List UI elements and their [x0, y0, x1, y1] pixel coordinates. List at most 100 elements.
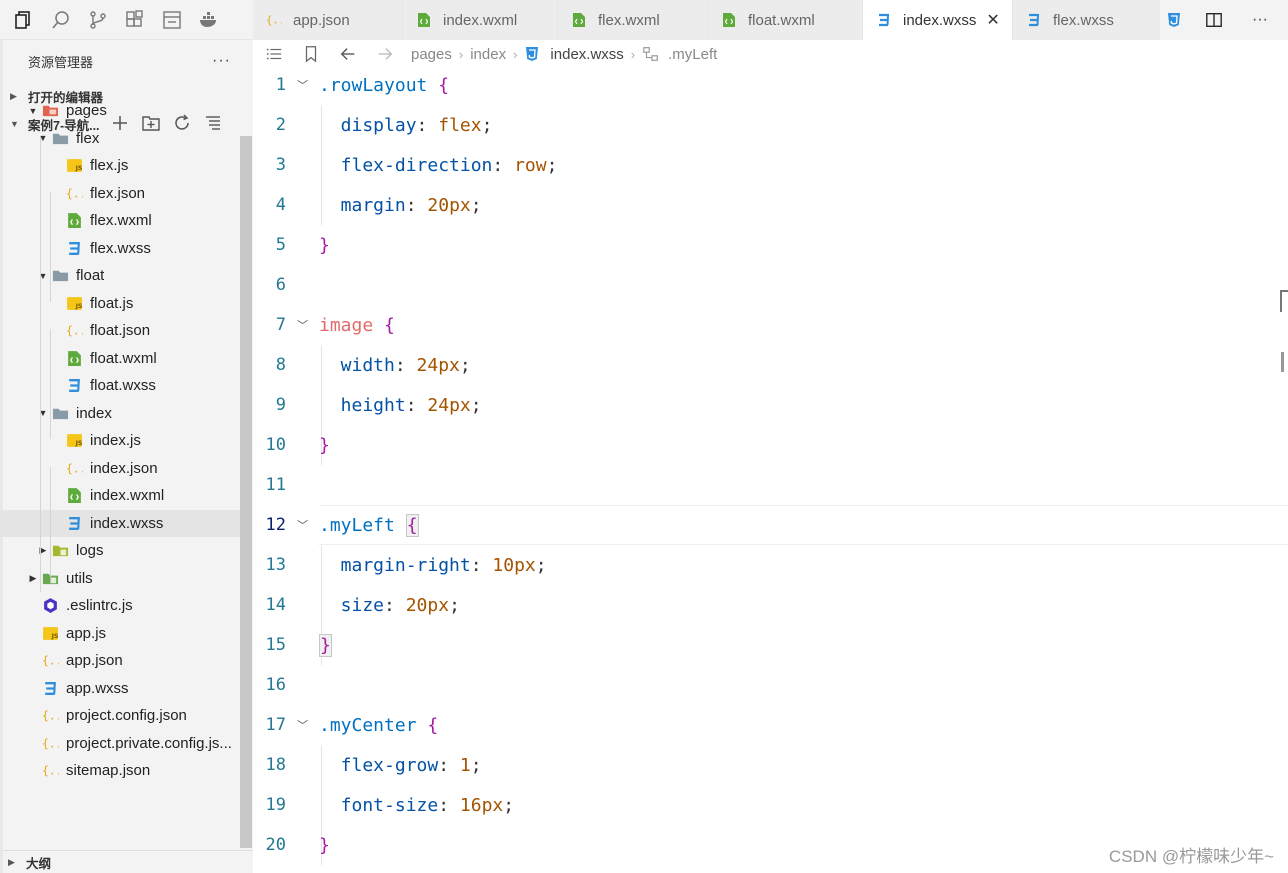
- tree-item[interactable]: ▶ utils: [0, 565, 237, 593]
- tab-flex-wxss[interactable]: flex.wxss: [1013, 0, 1163, 40]
- forward-arrow-icon[interactable]: [374, 43, 396, 65]
- tab-label: float.wxml: [748, 11, 815, 29]
- outline-section[interactable]: ▶ 大纲: [3, 850, 253, 873]
- search-icon[interactable]: [49, 8, 73, 32]
- line-number: 12: [265, 515, 286, 535]
- breadcrumb-chevron-icon: ›: [458, 46, 464, 62]
- more-tabs-icon[interactable]: ···: [1240, 11, 1280, 29]
- code-line[interactable]: 15}: [253, 625, 1288, 665]
- fold-chevron-icon[interactable]: ﹀: [286, 717, 319, 733]
- tree-item[interactable]: {..} flex.json: [0, 180, 237, 208]
- code-line[interactable]: 9 height: 24px;: [253, 385, 1288, 425]
- tree-item[interactable]: JS flex.js: [0, 152, 237, 180]
- tab-app-json[interactable]: {..} app.json: [253, 0, 403, 40]
- indent-guide: [50, 467, 51, 577]
- wxml-file-icon: [64, 487, 84, 505]
- code-line[interactable]: 16: [253, 665, 1288, 705]
- tree-item-label: app.wxss: [66, 679, 129, 697]
- explorer-scrollbar[interactable]: [240, 136, 252, 848]
- code-editor[interactable]: 1 ﹀ .rowLayout {2 display: flex; 3 flex-dir…: [253, 68, 1288, 873]
- tree-item[interactable]: flex.wxml: [0, 207, 237, 235]
- code-line[interactable]: 5}: [253, 225, 1288, 265]
- chevron-down-icon[interactable]: ▼: [36, 408, 50, 418]
- code-line[interactable]: 10}: [253, 425, 1288, 465]
- tree-item[interactable]: {..} app.json: [0, 647, 237, 675]
- tree-item[interactable]: {..} sitemap.json: [0, 757, 237, 785]
- code-line[interactable]: 3 flex-direction: row;: [253, 145, 1288, 185]
- code-line[interactable]: 7 ﹀ image {: [253, 305, 1288, 345]
- tree-item[interactable]: ▼ index: [0, 400, 237, 428]
- chevron-down-icon[interactable]: ▼: [26, 106, 40, 116]
- tree-item[interactable]: float.wxml: [0, 345, 237, 373]
- tree-item[interactable]: ▼ flex: [0, 125, 237, 153]
- chevron-down-icon[interactable]: ▼: [36, 133, 50, 143]
- code-token: }: [319, 234, 330, 256]
- tab-flex-wxml[interactable]: flex.wxml: [558, 0, 708, 40]
- breadcrumb-file[interactable]: index.wxss: [550, 46, 623, 63]
- tree-item[interactable]: ▶ logs: [0, 537, 237, 565]
- chevron-right-icon[interactable]: ▶: [36, 545, 50, 556]
- code-line[interactable]: 11: [253, 465, 1288, 505]
- tree-item[interactable]: JS app.js: [0, 620, 237, 648]
- tab-index-wxml[interactable]: index.wxml: [403, 0, 558, 40]
- wxss-file-icon[interactable]: [1160, 12, 1188, 28]
- code-line[interactable]: 1 ﹀ .rowLayout {: [253, 65, 1288, 105]
- wxss-file-icon: [524, 46, 544, 62]
- breadcrumb-symbol[interactable]: .myLeft: [668, 46, 717, 63]
- bookmark-icon[interactable]: [300, 43, 322, 65]
- code-line[interactable]: 13 margin-right: 10px;: [253, 545, 1288, 585]
- tree-item[interactable]: index.wxml: [0, 482, 237, 510]
- source-control-icon[interactable]: [86, 8, 110, 32]
- code-line[interactable]: 2 display: flex;: [253, 105, 1288, 145]
- code-token: flex: [438, 114, 482, 136]
- chevron-right-icon[interactable]: ▶: [26, 573, 40, 584]
- folder-icon: [50, 129, 70, 147]
- tree-item[interactable]: index.wxss: [0, 509, 250, 537]
- tree-item[interactable]: app.wxss: [0, 675, 237, 703]
- fold-chevron-icon[interactable]: ﹀: [286, 317, 319, 333]
- tree-item[interactable]: ▼ pages: [0, 97, 237, 125]
- breadcrumb-index[interactable]: index: [470, 46, 506, 63]
- tree-item-label: app.js: [66, 624, 107, 642]
- tree-item[interactable]: {..} project.private.config.js...: [0, 730, 237, 758]
- code-line[interactable]: 6: [253, 265, 1288, 305]
- debug-console-icon[interactable]: [160, 8, 184, 32]
- code-line[interactable]: 4 margin: 20px;: [253, 185, 1288, 225]
- code-line[interactable]: 12 ﹀ .myLeft {: [253, 505, 1288, 545]
- line-number: 14: [265, 595, 286, 615]
- docker-icon[interactable]: [197, 8, 221, 32]
- code-line[interactable]: 8 width: 24px;: [253, 345, 1288, 385]
- code-line[interactable]: 19 font-size: 16px;: [253, 785, 1288, 825]
- close-icon[interactable]: ✕: [986, 10, 999, 30]
- wxml-file-icon: [64, 212, 84, 230]
- code-line[interactable]: 17 ﹀ .myCenter {: [253, 705, 1288, 745]
- tree-item[interactable]: flex.wxss: [0, 235, 237, 263]
- tree-item[interactable]: {..} float.json: [0, 317, 237, 345]
- tree-item[interactable]: float.wxss: [0, 372, 237, 400]
- fold-chevron-icon[interactable]: ﹀: [286, 517, 319, 533]
- tree-item[interactable]: JS index.js: [0, 427, 237, 455]
- fold-chevron-icon[interactable]: ﹀: [286, 77, 319, 93]
- outline-list-icon[interactable]: [263, 43, 285, 65]
- tree-item[interactable]: .eslintrc.js: [0, 592, 237, 620]
- breadcrumb-pages[interactable]: pages: [411, 46, 452, 63]
- code-line[interactable]: 18 flex-grow: 1;: [253, 745, 1288, 785]
- code-token: ;: [481, 114, 493, 136]
- tree-item[interactable]: JS float.js: [0, 290, 237, 318]
- split-editor-icon[interactable]: [1188, 11, 1240, 29]
- tree-item[interactable]: {..} project.config.json: [0, 702, 237, 730]
- more-actions-button[interactable]: ···: [212, 52, 231, 70]
- tree-item[interactable]: ▼ float: [0, 262, 237, 290]
- code-line[interactable]: 14 size: 20px;: [253, 585, 1288, 625]
- code-text: .rowLayout {: [319, 75, 449, 96]
- tab-float-wxml[interactable]: float.wxml: [708, 0, 863, 40]
- chevron-down-icon[interactable]: ▼: [36, 271, 50, 281]
- back-arrow-icon[interactable]: [337, 43, 359, 65]
- files-icon[interactable]: [12, 8, 36, 32]
- line-number: 17: [265, 715, 286, 735]
- tree-item[interactable]: {..} index.json: [0, 455, 237, 483]
- json-file-icon: {..}: [263, 11, 285, 29]
- tab-index-wxss[interactable]: index.wxss ✕: [863, 0, 1013, 40]
- extensions-icon[interactable]: [123, 8, 147, 32]
